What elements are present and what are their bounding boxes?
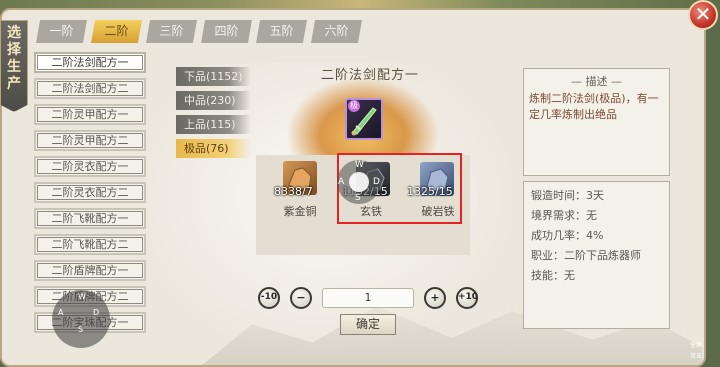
description-box: — 描述 — 炼制二阶法剑(极品)，有一定几率炼制出绝品 — [523, 68, 670, 176]
grade-item-mid[interactable]: 中品(230) — [176, 91, 251, 110]
quantity-input[interactable]: 1 — [322, 288, 414, 308]
requirements-box: 锻造时间：3天 境界需求：无 成功几率：4% 职业：二阶下品炼器师 技能：无 — [523, 181, 670, 329]
realm-requirement: 境界需求：无 — [531, 209, 597, 222]
joystick-down-label: S — [355, 193, 361, 203]
profession-requirement: 职业：二阶下品炼器师 — [531, 249, 641, 262]
grade-badge: 极 — [348, 100, 360, 112]
dpad-left-label: A — [58, 308, 64, 317]
close-button[interactable]: ✕ — [688, 0, 718, 30]
description-header: — 描述 — — [571, 75, 622, 88]
recipe-item[interactable]: 二阶飞靴配方二 — [34, 234, 146, 255]
material-name: 紫金铜 — [283, 205, 317, 218]
grade-list: 下品(1152) 中品(230) 上品(115) 极品(76) — [176, 67, 251, 163]
recipe-item[interactable]: 二阶灵衣配方一 — [34, 156, 146, 177]
select-production-banner: 选择生产 — [0, 20, 28, 112]
plus-ten-button[interactable]: +10 — [456, 287, 478, 309]
recipe-item[interactable]: 二阶法剑配方二 — [34, 78, 146, 99]
tab-tier-5[interactable]: 五阶 — [256, 20, 307, 43]
confirm-button[interactable]: 确定 — [340, 314, 396, 335]
recipe-item[interactable]: 二阶飞靴配方一 — [34, 208, 146, 229]
material-count: 8338/7 — [274, 185, 313, 198]
tab-tier-2[interactable]: 二阶 — [91, 20, 142, 43]
grade-item-top[interactable]: 极品(76) — [176, 139, 251, 158]
tier-tabs: 一阶 二阶 三阶 四阶 五阶 六阶 — [36, 20, 362, 44]
dpad-down-label: S — [78, 325, 84, 334]
tab-tier-3[interactable]: 三阶 — [146, 20, 197, 43]
recipe-item[interactable]: 二阶灵甲配方二 — [34, 130, 146, 151]
joystick-left-label: A — [338, 177, 345, 187]
minus-one-button[interactable]: − — [290, 287, 312, 309]
joystick-right-label: D — [373, 177, 380, 187]
forge-time: 锻造时间：3天 — [531, 189, 604, 202]
tab-tier-1[interactable]: 一阶 — [36, 20, 87, 43]
minus-ten-button[interactable]: -10 — [258, 287, 280, 309]
dpad-up-label: W — [78, 292, 86, 301]
success-rate: 成功几率：4% — [531, 229, 604, 242]
grade-item-high[interactable]: 上品(115) — [176, 115, 251, 134]
recipe-item[interactable]: 二阶灵衣配方二 — [34, 182, 146, 203]
description-text: 炼制二阶法剑(极品)，有一定几率炼制出绝品 — [529, 92, 659, 121]
attack-label[interactable]: 攻击 — [686, 351, 706, 360]
fullscreen-label[interactable]: 全屏 — [686, 340, 706, 349]
recipe-item[interactable]: 二阶灵甲配方一 — [34, 104, 146, 125]
skill-requirement: 技能：无 — [531, 269, 575, 282]
recipe-item[interactable]: 二阶法剑配方一 — [34, 52, 146, 73]
tab-tier-4[interactable]: 四阶 — [201, 20, 252, 43]
dpad-right-label: D — [93, 308, 100, 317]
tab-tier-6[interactable]: 六阶 — [311, 20, 362, 43]
recipe-item[interactable]: 二阶盾牌配方一 — [34, 260, 146, 281]
grade-item-low[interactable]: 下品(1152) — [176, 67, 251, 86]
joystick-up-label: W — [355, 160, 364, 170]
plus-one-button[interactable]: + — [424, 287, 446, 309]
joystick-knob[interactable] — [349, 172, 369, 192]
